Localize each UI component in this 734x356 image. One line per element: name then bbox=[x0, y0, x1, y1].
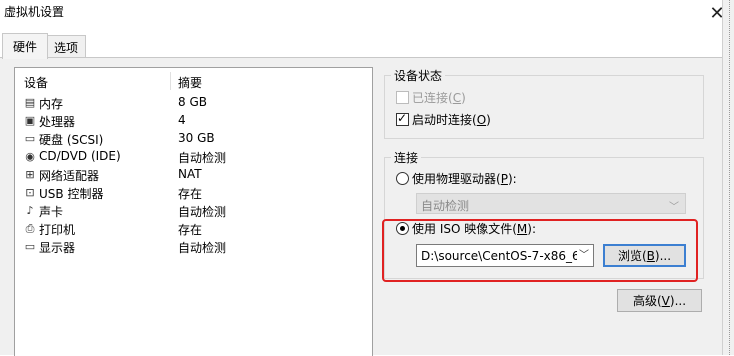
physical-drive-radio[interactable] bbox=[396, 172, 409, 185]
column-divider[interactable] bbox=[170, 72, 171, 90]
usb-icon: ⊡ bbox=[25, 186, 35, 199]
device-summary: 自动检测 bbox=[178, 151, 227, 165]
network-adapter-icon: ⊞ bbox=[25, 168, 35, 181]
device-name: 显示器 bbox=[39, 241, 76, 255]
processor-icon: ▣ bbox=[24, 114, 36, 127]
tab-hardware[interactable]: 硬件 bbox=[2, 33, 48, 59]
device-column-header[interactable]: 设备 bbox=[24, 74, 48, 91]
connection-legend: 连接 bbox=[394, 151, 419, 165]
window-edge-grip bbox=[729, 0, 732, 355]
device-summary: 存在 bbox=[178, 223, 203, 237]
connected-checkbox[interactable] bbox=[396, 91, 409, 104]
highlight-annotation bbox=[382, 219, 698, 282]
device-summary: 30 GB bbox=[178, 131, 215, 145]
display-icon: ▭ bbox=[24, 240, 36, 253]
hard-disk-icon: ▭ bbox=[24, 132, 36, 145]
connect-at-power-on-label[interactable]: 启动时连接(O) bbox=[412, 111, 491, 128]
tab-options[interactable]: 选项 bbox=[46, 35, 86, 58]
device-name: 硬盘 (SCSI) bbox=[39, 133, 104, 147]
device-name: 打印机 bbox=[39, 223, 76, 237]
sound-card-icon: ♪ bbox=[26, 204, 34, 217]
summary-column-header[interactable]: 摘要 bbox=[178, 74, 202, 91]
connect-at-power-on-checkbox[interactable] bbox=[396, 111, 409, 126]
device-name: 处理器 bbox=[39, 115, 76, 129]
device-summary: 8 GB bbox=[178, 95, 207, 109]
device-name: 内存 bbox=[39, 97, 64, 111]
window-title: 虚拟机设置 bbox=[4, 5, 65, 19]
physical-drive-select-value: 自动检测 bbox=[421, 199, 470, 213]
device-summary: 自动检测 bbox=[178, 241, 227, 255]
window-edge bbox=[722, 0, 734, 355]
device-summary: 4 bbox=[178, 113, 186, 127]
device-name: 网络适配器 bbox=[39, 169, 100, 183]
cd-dvd-icon: ◉ bbox=[25, 150, 35, 163]
printer-icon: ⎙ bbox=[25, 222, 35, 235]
device-name: CD/DVD (IDE) bbox=[39, 149, 121, 163]
device-summary: NAT bbox=[178, 167, 202, 181]
tab-divider bbox=[0, 57, 722, 58]
chevron-down-icon: ﹀ bbox=[669, 202, 679, 213]
advanced-button[interactable]: 高级(V)... bbox=[617, 289, 702, 312]
physical-drive-select[interactable]: 自动检测 ﹀ bbox=[416, 193, 686, 214]
physical-drive-label[interactable]: 使用物理驱动器(P): bbox=[412, 170, 517, 187]
device-name: 声卡 bbox=[39, 205, 64, 219]
device-summary: 自动检测 bbox=[178, 205, 227, 219]
memory-icon: ▤ bbox=[24, 96, 36, 109]
device-status-legend: 设备状态 bbox=[394, 69, 443, 83]
device-name: USB 控制器 bbox=[39, 187, 104, 201]
connected-label: 已连接(C) bbox=[412, 91, 466, 105]
device-summary: 存在 bbox=[178, 187, 203, 201]
